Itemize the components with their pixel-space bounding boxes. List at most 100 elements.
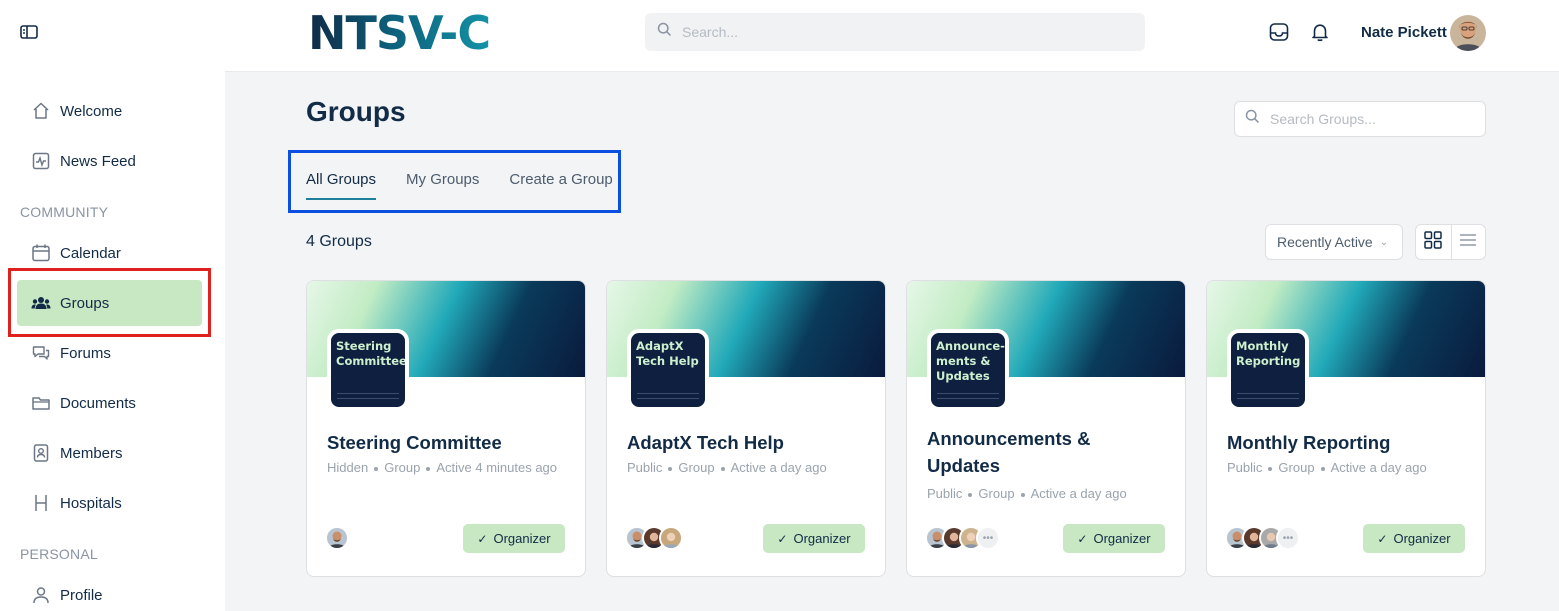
chat-icon [31, 343, 51, 363]
check-icon: ✓ [1377, 531, 1388, 546]
group-privacy: Hidden [327, 460, 369, 475]
group-type: Group [384, 460, 421, 475]
group-members[interactable] [325, 526, 349, 550]
sidebar-item-members[interactable]: Members [17, 430, 202, 476]
check-icon: ✓ [477, 531, 488, 546]
group-search[interactable] [1234, 101, 1486, 137]
grid-view-button[interactable] [1416, 225, 1451, 259]
avatar[interactable] [1450, 15, 1486, 51]
group-card-announcements-updates[interactable]: Announce-ments & Updates Announcements &… [906, 280, 1186, 577]
sort-selected-value: Recently Active [1277, 234, 1373, 250]
group-avatar-text: Monthly Reporting [1236, 339, 1301, 368]
organizer-badge: ✓ Organizer [763, 524, 865, 553]
sidebar-item-label: Profile [60, 586, 103, 604]
group-activity: Active a day ago [730, 460, 827, 475]
sidebar-item-label: Members [60, 444, 123, 462]
organizer-badge: ✓ Organizer [463, 524, 565, 553]
sidebar-item-label: Hospitals [60, 494, 122, 512]
group-meta: Public Group Active a day ago [927, 486, 1127, 501]
group-card-steering-committee[interactable]: Steering Committee Steering Committee Hi… [306, 280, 586, 577]
group-activity: Active a day ago [1030, 486, 1127, 501]
home-icon [31, 101, 51, 121]
group-avatar-text: Announce-ments & Updates [936, 339, 1005, 383]
sidebar-item-label: Documents [60, 394, 136, 412]
sidebar-item-label: Welcome [60, 102, 123, 120]
group-avatar: Announce-ments & Updates [927, 329, 1009, 411]
group-members[interactable] [625, 526, 683, 550]
id-card-icon [31, 443, 51, 463]
highlight-box-groups [8, 268, 211, 337]
folder-icon [31, 393, 51, 413]
search-icon [1245, 109, 1260, 129]
organizer-badge: ✓ Organizer [1363, 524, 1465, 553]
group-avatar: Monthly Reporting [1227, 329, 1309, 411]
group-meta: Public Group Active a day ago [627, 460, 827, 475]
view-toggle [1415, 224, 1486, 260]
group-title[interactable]: AdaptX Tech Help [627, 429, 867, 456]
list-icon [1459, 233, 1477, 252]
group-privacy: Public [1227, 460, 1263, 475]
group-title[interactable]: Announcements & Updates [927, 425, 1167, 479]
grid-icon [1424, 230, 1442, 254]
highlight-box-tabs [288, 150, 621, 213]
community-section-label: COMMUNITY [20, 204, 109, 220]
list-view-button[interactable] [1450, 225, 1486, 259]
sidebar-item-welcome[interactable]: Welcome [17, 88, 202, 134]
user-icon [31, 585, 51, 605]
group-meta: Hidden Group Active 4 minutes ago [327, 460, 557, 475]
member-avatar [659, 526, 683, 550]
group-privacy: Public [627, 460, 663, 475]
calendar-icon [31, 243, 51, 263]
personal-section-label: PERSONAL [20, 546, 98, 562]
group-privacy: Public [927, 486, 963, 501]
inbox-icon[interactable] [1269, 22, 1289, 42]
sidebar-item-news-feed[interactable]: News Feed [17, 138, 202, 184]
group-members[interactable]: ••• [925, 526, 1000, 550]
group-meta: Public Group Active a day ago [1227, 460, 1427, 475]
group-type: Group [678, 460, 715, 475]
role-label: Organizer [493, 531, 551, 546]
group-activity: Active 4 minutes ago [436, 460, 558, 475]
more-members-icon[interactable]: ••• [976, 526, 1000, 550]
group-card-monthly-reporting[interactable]: Monthly Reporting Monthly Reporting Publ… [1206, 280, 1486, 577]
sidebar-item-hospitals[interactable]: Hospitals [17, 480, 202, 526]
group-type: Group [1278, 460, 1315, 475]
sort-dropdown[interactable]: Recently Active ⌄ [1265, 224, 1403, 260]
organizer-badge: ✓ Organizer [1063, 524, 1165, 553]
group-avatar-text: Steering Committee [336, 339, 407, 368]
group-activity: Active a day ago [1330, 460, 1427, 475]
user-name[interactable]: Nate Pickett [1361, 24, 1447, 41]
search-input[interactable] [682, 24, 1122, 40]
sidebar-item-label: Calendar [60, 244, 121, 262]
sidebar-item-profile[interactable]: Profile [17, 572, 202, 611]
member-avatar [325, 526, 349, 550]
role-label: Organizer [793, 531, 851, 546]
check-icon: ✓ [777, 531, 788, 546]
group-avatar-text: AdaptX Tech Help [636, 339, 699, 368]
sidebar-item-documents[interactable]: Documents [17, 380, 202, 426]
group-search-input[interactable] [1270, 111, 1480, 127]
activity-icon [31, 151, 51, 171]
more-members-icon[interactable]: ••• [1276, 526, 1300, 550]
group-title[interactable]: Steering Committee [327, 429, 567, 456]
role-label: Organizer [1093, 531, 1151, 546]
group-title[interactable]: Monthly Reporting [1227, 429, 1467, 456]
group-type: Group [978, 486, 1015, 501]
page-title: Groups [306, 96, 406, 127]
role-label: Organizer [1393, 531, 1451, 546]
global-search[interactable] [645, 13, 1145, 51]
group-count: 4 Groups [306, 233, 372, 250]
group-members[interactable]: ••• [1225, 526, 1300, 550]
group-card-adaptx-tech-help[interactable]: AdaptX Tech Help AdaptX Tech Help Public… [606, 280, 886, 577]
group-avatar: Steering Committee [327, 329, 409, 411]
group-avatar: AdaptX Tech Help [627, 329, 709, 411]
bell-icon[interactable] [1310, 22, 1330, 42]
sidebar-item-label: News Feed [60, 152, 136, 170]
check-icon: ✓ [1077, 531, 1088, 546]
hospital-icon [31, 493, 51, 513]
site-logo[interactable]: NTSV-C [308, 6, 491, 60]
chevron-down-icon: ⌄ [1379, 236, 1389, 248]
sidebar-toggle-icon[interactable] [20, 24, 38, 40]
sidebar-item-label: Forums [60, 344, 111, 362]
top-header: NTSV-C Nate Pickett [225, 0, 1559, 72]
